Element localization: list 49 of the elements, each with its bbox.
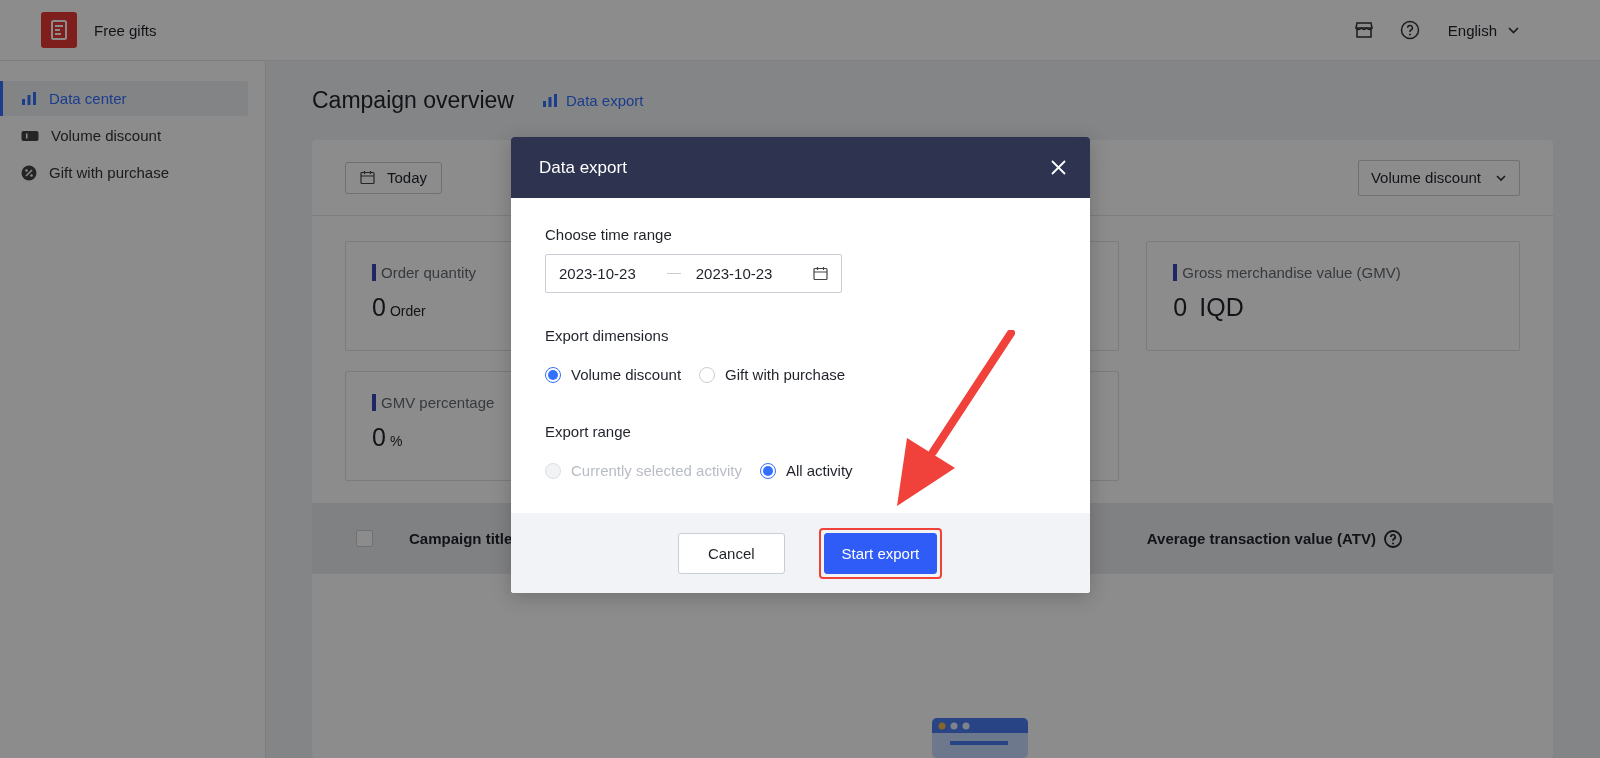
campaign-type-select[interactable]: Volume discount: [1357, 159, 1520, 196]
metric-label: Order quantity: [381, 264, 477, 281]
dialog-title: Data export: [539, 157, 627, 178]
sidebar-item[interactable]: Gift with purchase: [0, 155, 248, 190]
field-label: Export dimensions: [545, 327, 670, 344]
radio-button[interactable]: [545, 366, 561, 383]
radio-button[interactable]: [759, 462, 776, 479]
metric-value: 0: [372, 423, 386, 452]
accent-bar: [372, 394, 376, 411]
radio-label: Currently selected activity: [571, 462, 742, 479]
metric-unit: IQD: [1199, 293, 1244, 322]
metric-unit: %: [389, 433, 403, 449]
field-label: Choose time range: [545, 226, 673, 243]
app-title: Free gifts: [94, 21, 158, 39]
radio-label: Gift with purchase: [725, 366, 846, 383]
calendar-icon: [360, 170, 375, 185]
logo-icon: [41, 12, 77, 48]
language-dropdown[interactable]: English: [1447, 21, 1520, 39]
empty-state-illustration-icon: [931, 718, 1028, 758]
chevron-down-icon: [1507, 24, 1520, 36]
accent-bar: [372, 264, 376, 281]
percent-badge-icon: [21, 164, 37, 181]
start-export-button[interactable]: Start export: [823, 532, 938, 574]
store-icon: [1353, 20, 1374, 40]
metric-value: 0: [1173, 293, 1188, 322]
cancel-button[interactable]: Cancel: [677, 532, 785, 574]
metric-value: 0: [372, 293, 386, 322]
metric-unit: Order: [389, 303, 426, 319]
radio-label: All activity: [785, 462, 853, 479]
field-label: Export range: [545, 423, 632, 440]
help-icon: [1384, 529, 1402, 548]
column-header: Campaign title: [409, 530, 513, 547]
bar-chart-icon: [21, 91, 37, 106]
ticket-icon: [21, 128, 39, 143]
close-icon[interactable]: [1051, 160, 1066, 175]
column-header: Average transaction value (ATV): [1146, 530, 1376, 547]
bar-chart-icon: [542, 93, 558, 108]
select-all-checkbox[interactable]: [356, 530, 373, 547]
help-icon[interactable]: [1399, 20, 1420, 40]
date-button[interactable]: Today: [345, 161, 443, 194]
accent-bar: [1173, 264, 1178, 281]
metric-label: Gross merchandise value (GMV): [1182, 264, 1401, 281]
radio-label: Volume discount: [571, 366, 682, 383]
page-title: Campaign overview: [312, 87, 514, 114]
sidebar-item[interactable]: Volume discount: [0, 118, 248, 153]
metric-label: GMV percentage: [381, 394, 495, 411]
radio-button[interactable]: [699, 366, 716, 383]
calendar-icon: [813, 266, 828, 281]
date-range-field[interactable]: 2023-10-23 2023-10-23: [545, 254, 842, 293]
